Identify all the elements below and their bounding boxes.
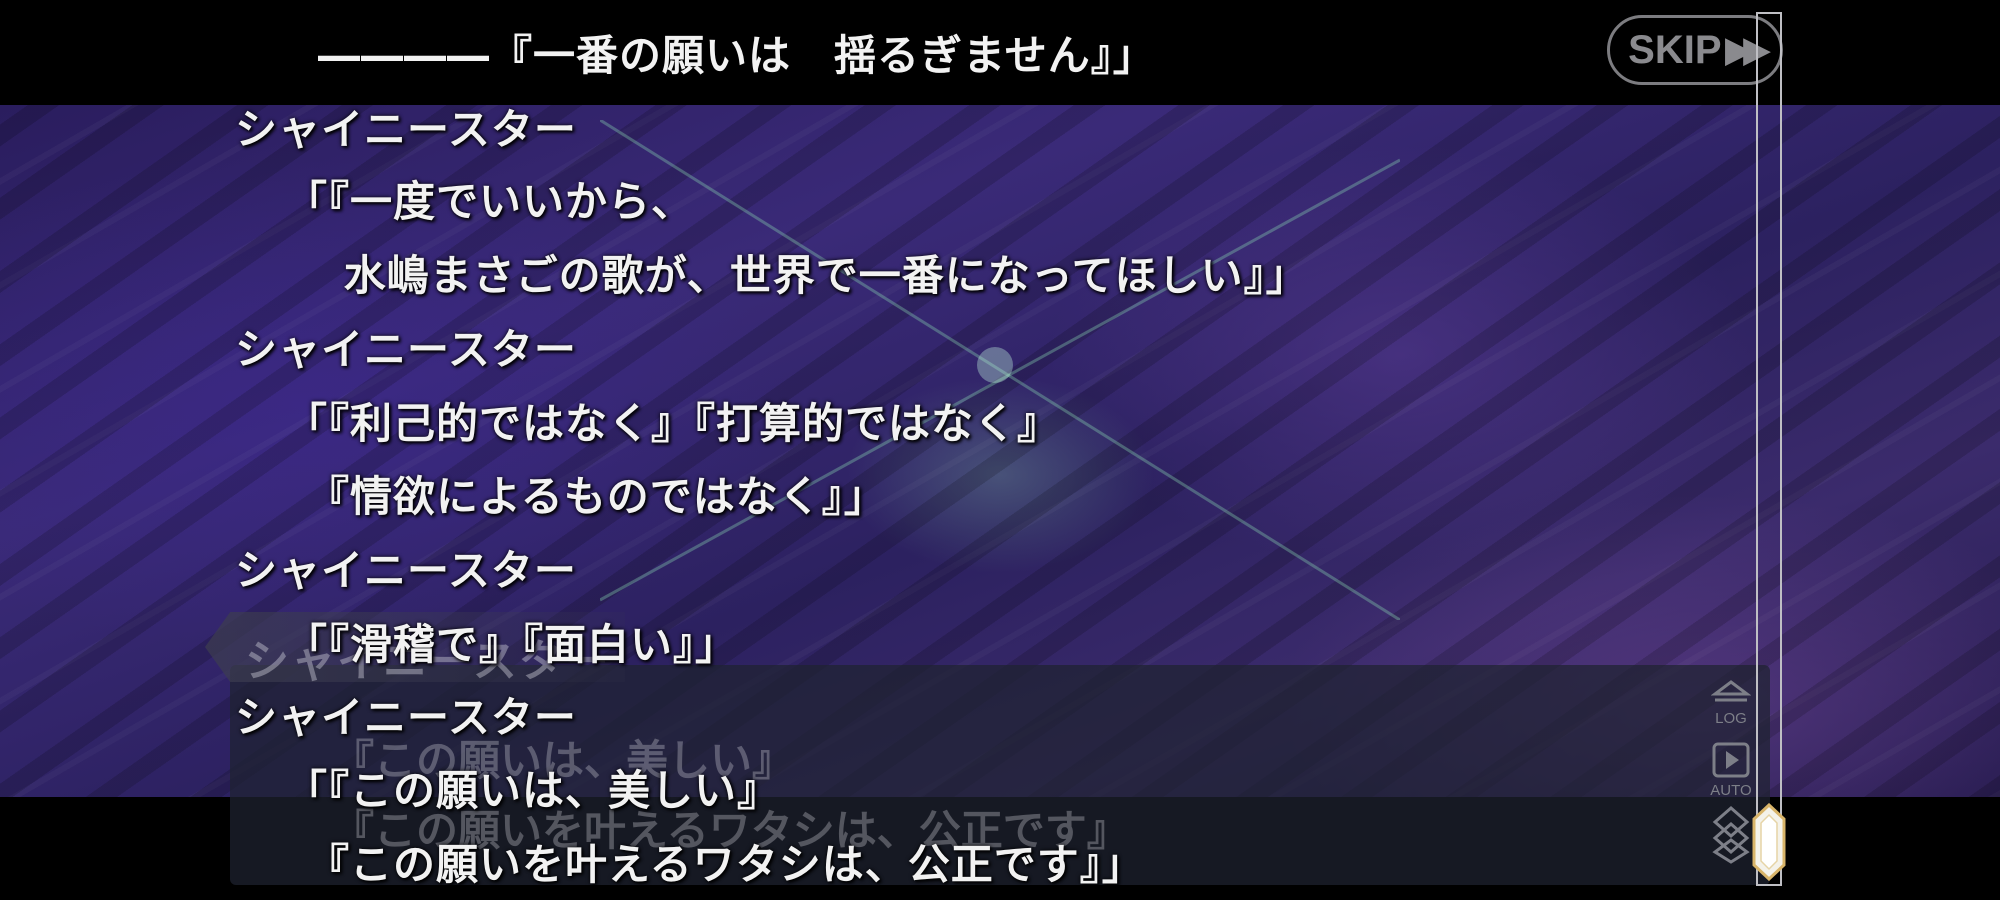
log-text-2b: 『情欲によるものではなく』」	[285, 472, 887, 521]
menu-button[interactable]	[1710, 806, 1752, 868]
log-scrollbar-thumb[interactable]	[1752, 803, 1786, 881]
log-speaker-1: シャイニースター	[235, 105, 577, 154]
diamond-menu-icon	[1712, 806, 1750, 864]
log-speaker-4: シャイニースター	[235, 693, 577, 742]
log-text-1a: 「『一度でいいから、	[285, 177, 695, 226]
log-button[interactable]: LOG	[1708, 680, 1754, 727]
auto-button[interactable]: AUTO	[1708, 742, 1754, 799]
auto-label: AUTO	[1710, 782, 1752, 799]
log-icon	[1710, 680, 1752, 702]
game-screen: シャイニースター 『この願いは、美しい』 『この願いを叶えるワタシは、公正です』…	[0, 0, 2000, 900]
log-text-3a: 「『滑稽で』『面白い』」	[285, 620, 739, 669]
log-text-2a: 「『利己的ではなく』『打算的ではなく』	[285, 399, 1061, 448]
play-icon	[1712, 742, 1750, 778]
log-scrollbar-track[interactable]	[1756, 12, 1782, 886]
log-text-4a: 「『この願いは、美しい』	[285, 766, 781, 815]
star-glint-decoration	[600, 120, 1400, 620]
log-speaker-2: シャイニースター	[235, 325, 577, 374]
log-previous-line: ――――『一番の願いは 揺るぎません』」	[318, 31, 1156, 80]
skip-label: SKIP	[1628, 27, 1722, 72]
log-speaker-3: シャイニースター	[235, 546, 577, 595]
log-text-4b: 『この願いを叶えるワタシは、公正です』」	[285, 840, 1145, 889]
log-text-1b: 水嶋まさごの歌が、世界で一番になってほしい』」	[285, 251, 1309, 300]
log-label: LOG	[1715, 710, 1747, 727]
